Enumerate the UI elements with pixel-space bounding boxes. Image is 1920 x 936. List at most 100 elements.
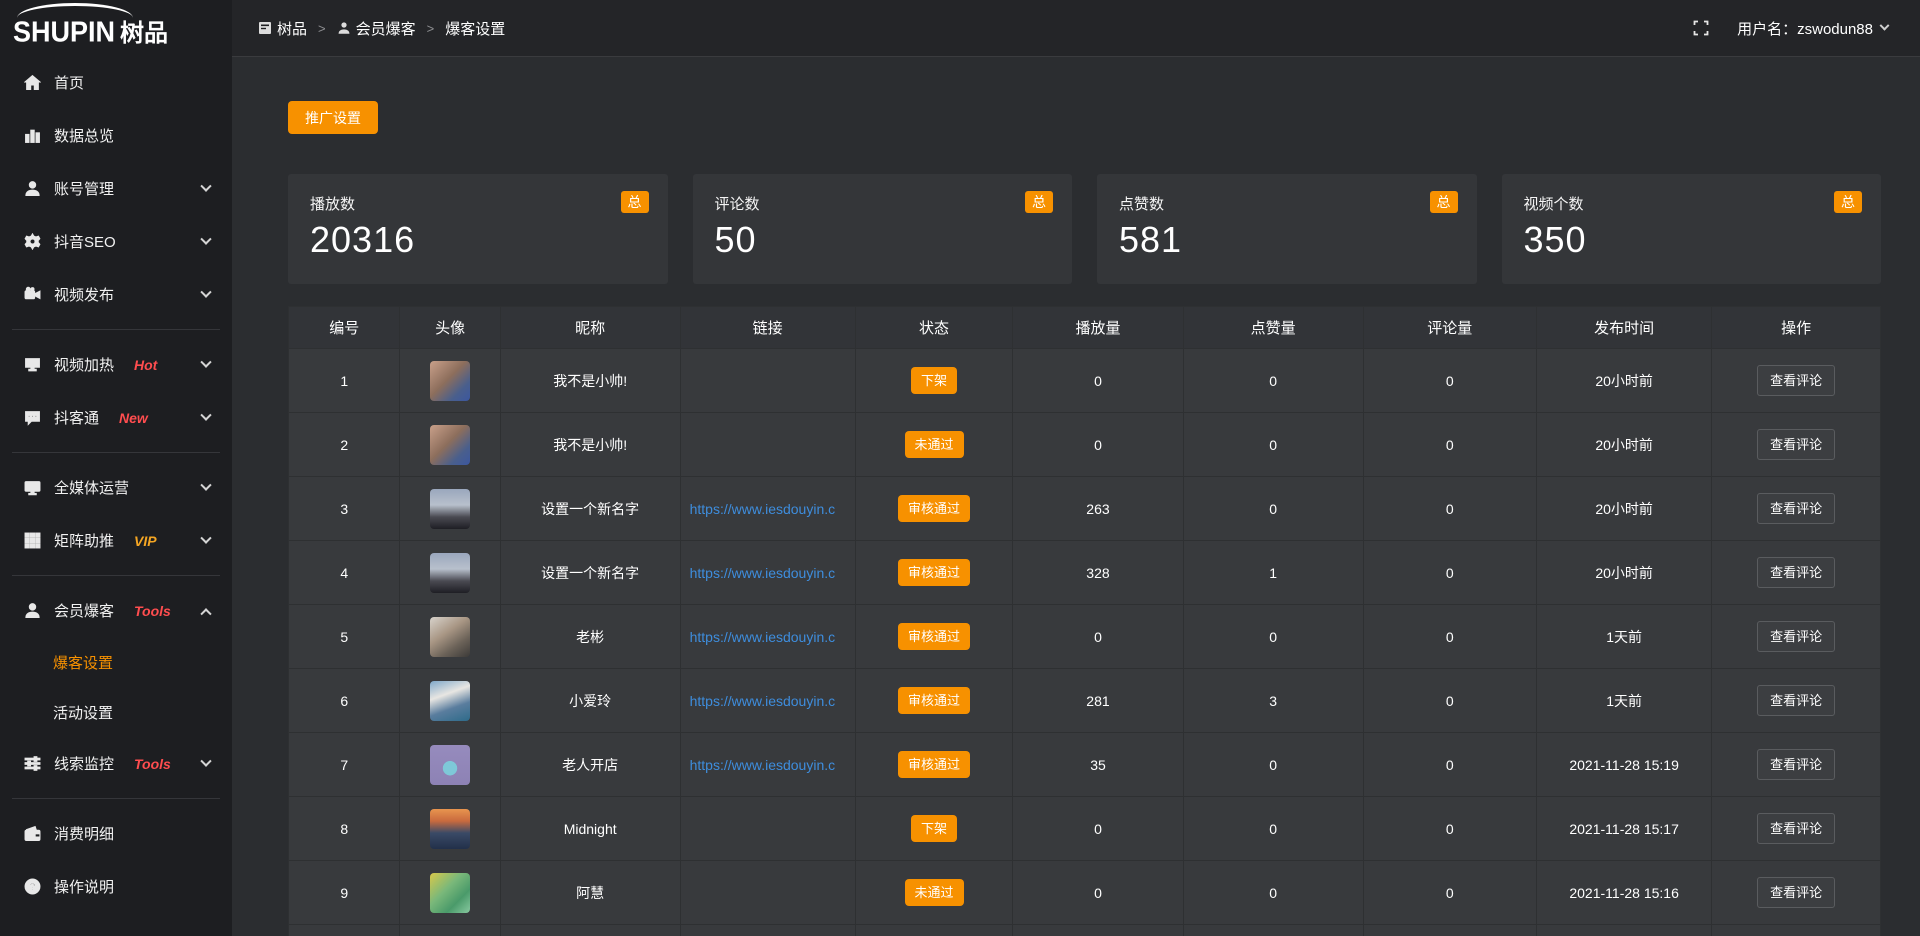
cell-action: 查看评论 [1712, 797, 1881, 861]
total-badge: 总 [1834, 191, 1862, 213]
cell-status: 审核通过 [855, 541, 1013, 605]
video-link[interactable]: https://www.iesdouyin.c [690, 757, 836, 773]
cell-action: 查看评论 [1712, 605, 1881, 669]
sidebar-item-consumption-detail[interactable]: 消费明细 [0, 807, 232, 860]
sidebar-item-label: 账号管理 [54, 178, 114, 199]
chevron-down-icon [200, 356, 211, 367]
cell-likes: 0 [1183, 797, 1363, 861]
new-tag: New [119, 410, 148, 426]
bar-chart-icon [24, 127, 41, 144]
cell-avatar [400, 413, 500, 477]
cell-publish-time: 1天前 [1537, 669, 1712, 733]
cell-nickname: 老人开店 [500, 733, 680, 797]
cell-likes: 3 [1183, 669, 1363, 733]
username-dropdown[interactable]: 用户名：zswodun88 [1737, 18, 1888, 39]
sidebar-subitem-baoke-settings[interactable]: 爆客设置 [0, 637, 232, 687]
sidebar-item-label: 首页 [54, 72, 84, 93]
sidebar-item-clue-monitor[interactable]: 线索监控 Tools [0, 737, 232, 790]
cell-link: https://www.iesdouyin.c [680, 733, 855, 797]
video-link[interactable]: https://www.iesdouyin.c [690, 629, 836, 645]
sidebar-item-label: 抖客通 [54, 407, 99, 428]
total-badge: 总 [1430, 191, 1458, 213]
column-header: 链接 [680, 307, 855, 349]
view-comments-button[interactable]: 查看评论 [1757, 877, 1835, 908]
stat-card-comments: 评论数 50 总 [693, 174, 1073, 284]
cell-action: 查看评论 [1712, 669, 1881, 733]
view-comments-button[interactable]: 查看评论 [1757, 493, 1835, 524]
video-link[interactable]: https://www.iesdouyin.c [690, 565, 836, 581]
chevron-down-icon [200, 409, 211, 420]
video-link[interactable]: https://www.iesdouyin.c [690, 501, 836, 517]
cell-avatar [400, 733, 500, 797]
logo-text-en: SHUPIN [13, 18, 115, 46]
sidebar-item-video-publish[interactable]: 视频发布 [0, 268, 232, 321]
cell-action [1712, 925, 1881, 936]
table-row: 2 我不是小帅! 未通过 0 0 0 20小时前 查看评论 [289, 413, 1881, 477]
stat-value: 581 [1119, 219, 1455, 261]
sidebar-item-video-heating[interactable]: 视频加热 Hot [0, 338, 232, 391]
view-comments-button[interactable]: 查看评论 [1757, 557, 1835, 588]
cell-publish-time: 20小时前 [1537, 349, 1712, 413]
cell-action: 查看评论 [1712, 349, 1881, 413]
sidebar-item-data-overview[interactable]: 数据总览 [0, 109, 232, 162]
view-comments-button[interactable]: 查看评论 [1757, 365, 1835, 396]
breadcrumb-item-member-baoke[interactable]: 会员爆客 [337, 18, 416, 39]
chevron-down-icon [200, 233, 211, 244]
view-comments-button[interactable]: 查看评论 [1757, 621, 1835, 652]
sidebar-item-label: 视频加热 [54, 354, 114, 375]
sidebar-item-home[interactable]: 首页 [0, 56, 232, 109]
video-link[interactable]: https://www.iesdouyin.c [690, 693, 836, 709]
sidebar-item-account-management[interactable]: 账号管理 [0, 162, 232, 215]
svg-text:?: ? [29, 882, 35, 893]
cell-comments: 0 [1363, 413, 1537, 477]
chevron-down-icon [200, 532, 211, 543]
main-area: 树品 > 会员爆客 > 爆客设置 用户名：zswodun88 推广设置 播放数 [232, 0, 1920, 936]
view-comments-button[interactable]: 查看评论 [1757, 749, 1835, 780]
breadcrumb-label: 树品 [277, 18, 307, 39]
table-row: 9 阿慧 未通过 0 0 0 2021-11-28 15:16 查看评论 [289, 861, 1881, 925]
sidebar-item-member-baoke[interactable]: 会员爆客 Tools [0, 584, 232, 637]
fullscreen-icon[interactable] [1693, 20, 1709, 36]
topbar: 树品 > 会员爆客 > 爆客设置 用户名：zswodun88 [232, 0, 1920, 57]
sidebar-item-label: 抖音SEO [54, 231, 116, 252]
stat-label: 播放数 [310, 193, 646, 214]
breadcrumb-item-baoke-settings[interactable]: 爆客设置 [445, 18, 505, 39]
sidebar-item-douyin-seo[interactable]: 抖音SEO [0, 215, 232, 268]
cell-plays: 0 [1013, 797, 1183, 861]
sidebar-item-operation-guide[interactable]: ? 操作说明 [0, 860, 232, 913]
view-comments-button[interactable]: 查看评论 [1757, 685, 1835, 716]
stat-value: 350 [1524, 219, 1860, 261]
chevron-up-icon [200, 608, 211, 619]
avatar [430, 361, 470, 401]
status-badge: 下架 [911, 815, 957, 842]
cell-link: https://www.iesdouyin.c [680, 477, 855, 541]
avatar [430, 873, 470, 913]
table-row: 7 老人开店 https://www.iesdouyin.c 审核通过 35 0… [289, 733, 1881, 797]
menu-divider [12, 452, 220, 453]
cell-link [680, 413, 855, 477]
cell-avatar [400, 477, 500, 541]
breadcrumb-separator: > [427, 21, 435, 36]
cell-action: 查看评论 [1712, 733, 1881, 797]
sidebar-item-doukertong[interactable]: 抖客通 New [0, 391, 232, 444]
status-badge: 审核通过 [898, 495, 970, 522]
cell-likes: 0 [1183, 349, 1363, 413]
cell-plays: 0 [1013, 605, 1183, 669]
sidebar-item-label: 视频发布 [54, 284, 114, 305]
stat-card-plays: 播放数 20316 总 [288, 174, 668, 284]
sidebar-item-media-operation[interactable]: 全媒体运营 [0, 461, 232, 514]
sidebar-item-matrix-boost[interactable]: 矩阵助推 VIP [0, 514, 232, 567]
breadcrumb-item-shupin[interactable]: 树品 [258, 18, 307, 39]
cell-avatar [400, 861, 500, 925]
view-comments-button[interactable]: 查看评论 [1757, 429, 1835, 460]
video-camera-icon [24, 286, 41, 303]
sidebar-subitem-activity-settings[interactable]: 活动设置 [0, 687, 232, 737]
stat-label: 视频个数 [1524, 193, 1860, 214]
avatar [430, 489, 470, 529]
sidebar-item-label: 操作说明 [54, 876, 114, 897]
avatar [430, 553, 470, 593]
promo-settings-button[interactable]: 推广设置 [288, 101, 378, 134]
content-area: 推广设置 播放数 20316 总 评论数 50 总 点赞数 581 总 视频个数… [232, 57, 1920, 936]
view-comments-button[interactable]: 查看评论 [1757, 813, 1835, 844]
status-badge: 未通过 [905, 431, 964, 458]
